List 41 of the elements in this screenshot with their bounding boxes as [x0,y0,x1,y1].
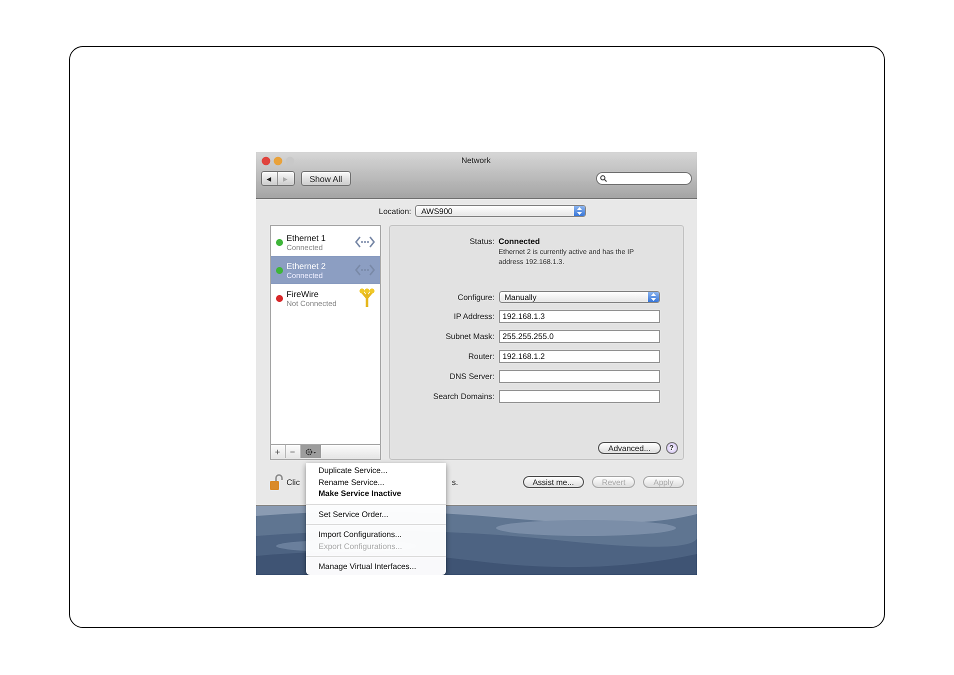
status-value: Connected [498,237,541,246]
field-label: IP Address: [452,312,494,320]
window-title: Network [460,156,492,165]
menu-item[interactable]: Import Configurations... [306,529,446,540]
field-label: Configure: [456,292,494,302]
up-down-arrows-icon [650,293,656,301]
menu-item[interactable]: Rename Service... [306,476,446,488]
location-label: Location: [378,206,412,216]
input-field[interactable]: 192.168.1.3 [498,310,660,322]
location-popup[interactable]: AWS900 [415,205,586,217]
field-label: Router: [467,352,494,360]
input-field[interactable] [498,390,660,402]
field-label: Subnet Mask: [444,332,494,340]
action-menu-button[interactable] [300,445,320,458]
search-field[interactable] [596,172,692,185]
lock-text: Clic [286,478,300,486]
configure-popup[interactable]: Manually [498,291,660,303]
service-name: FireWire [286,288,320,298]
menu-item[interactable]: Make Service Inactive [306,488,446,500]
input-field[interactable]: 255.255.255.0 [498,330,660,342]
ethernet-icon [354,263,374,277]
gear-icon [304,448,316,456]
advanced-button[interactable]: Advanced... [598,442,660,454]
service-name: Ethernet 2 [286,260,327,270]
menu-item[interactable]: Manage Virtual Interfaces... [306,561,446,572]
input-field[interactable]: 192.168.1.2 [498,350,660,362]
footer-button[interactable]: Assist me... [522,476,584,488]
field-label: Search Domains: [432,392,494,400]
add-button[interactable]: + [270,445,286,458]
ethernet-icon [354,235,374,249]
up-down-arrows-icon [577,207,582,215]
lock-icon [270,474,282,490]
field-label: DNS Server: [448,372,494,380]
input-field[interactable] [498,370,660,382]
show-all-button[interactable]: Show All [300,171,352,186]
menu-item[interactable]: Duplicate Service... [306,465,446,476]
status-label: Status: [468,237,494,246]
search-icon [600,175,606,182]
firewire-icon [358,288,374,308]
lock-text: s. [452,478,458,486]
service-name: Ethernet 1 [286,232,327,242]
